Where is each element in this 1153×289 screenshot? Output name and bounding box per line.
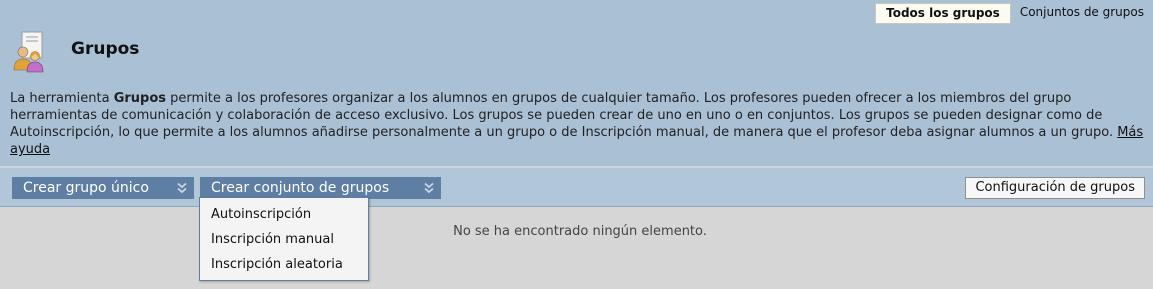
- menu-item-self-enroll[interactable]: Autoinscripción: [200, 202, 368, 227]
- create-single-group-label: Crear grupo único: [23, 180, 149, 196]
- tab-group-sets[interactable]: Conjuntos de grupos: [1011, 3, 1153, 22]
- create-group-set-button[interactable]: Crear conjunto de grupos: [200, 177, 441, 199]
- group-settings-button[interactable]: Configuración de grupos: [965, 177, 1145, 199]
- page-header: Todos los grupos Conjuntos de grupos Gru…: [0, 0, 1153, 166]
- view-tabs: Todos los grupos Conjuntos de grupos: [875, 3, 1153, 24]
- action-bar: Crear grupo único Crear conjunto de grup…: [0, 167, 1153, 207]
- page-title: Grupos: [71, 39, 140, 59]
- description-bold-term: Grupos: [113, 91, 167, 106]
- create-group-set-label: Crear conjunto de grupos: [211, 180, 390, 196]
- page-description: La herramienta Grupos permite a los prof…: [10, 90, 1145, 158]
- description-text: La herramienta: [10, 91, 114, 106]
- double-chevron-down-icon: [424, 182, 434, 194]
- create-group-set-dropdown: Autoinscripción Inscripción manual Inscr…: [199, 197, 369, 281]
- group-people-icon: [13, 31, 44, 73]
- menu-item-random-enroll[interactable]: Inscripción aleatoria: [200, 252, 368, 277]
- empty-list-message: No se ha encontrado ningún elemento.: [453, 224, 707, 239]
- description-text-continued: permite a los profesores organizar a los…: [10, 91, 1118, 140]
- tab-all-groups[interactable]: Todos los grupos: [875, 3, 1011, 24]
- menu-item-manual-enroll[interactable]: Inscripción manual: [200, 227, 368, 252]
- create-single-group-button[interactable]: Crear grupo único: [12, 177, 194, 199]
- double-chevron-down-icon: [177, 182, 187, 194]
